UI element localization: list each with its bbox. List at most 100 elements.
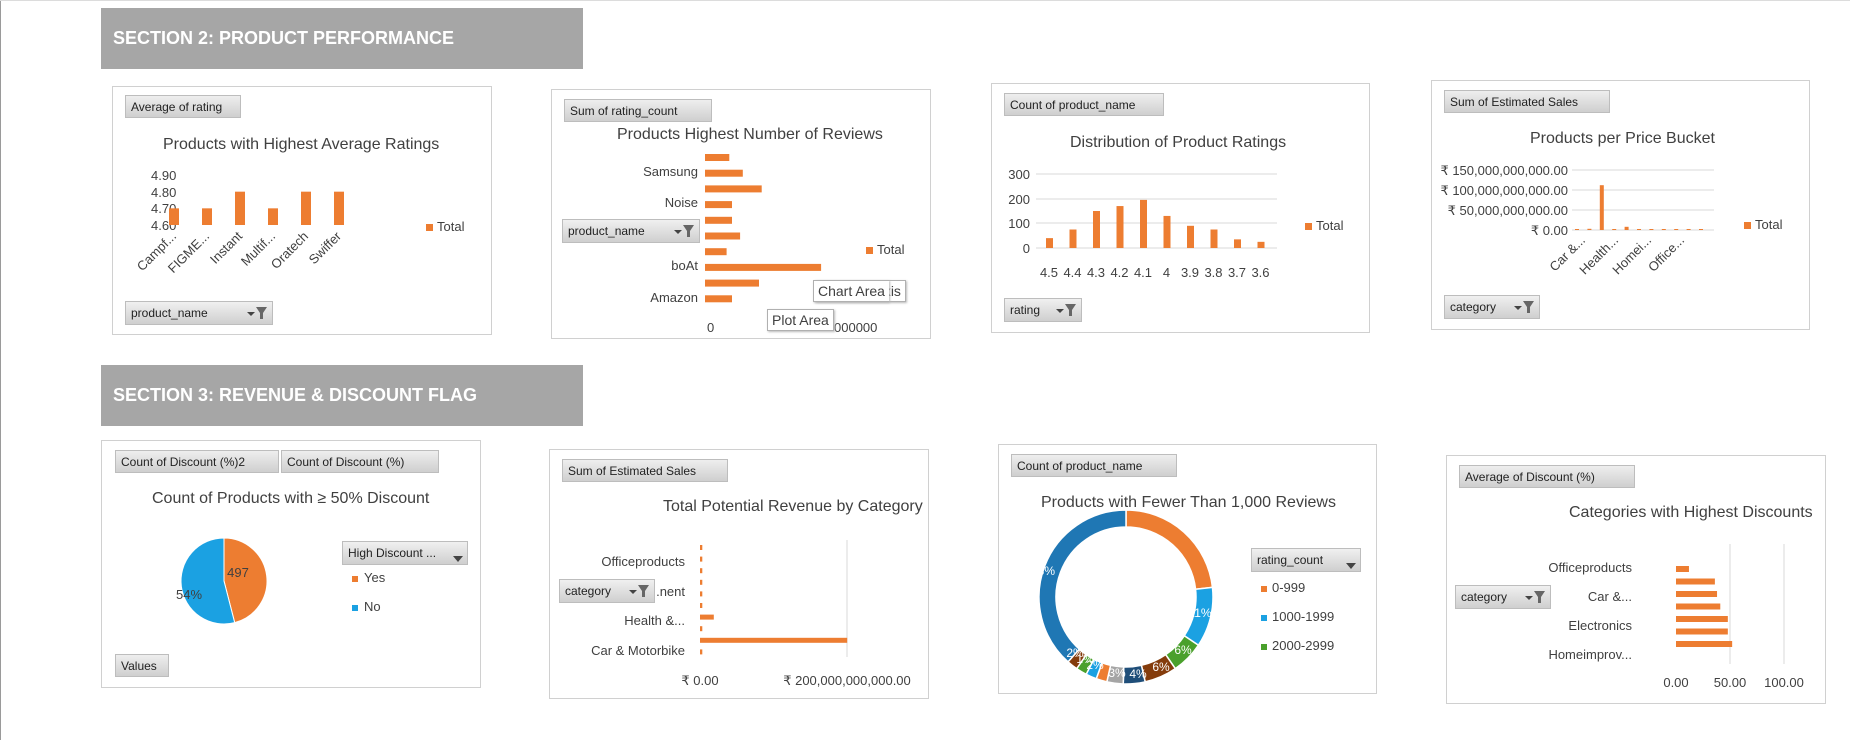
bar <box>700 649 703 655</box>
bar <box>235 191 245 225</box>
category-label: Samsung <box>643 164 698 179</box>
high-discount-legend-button[interactable]: High Discount ... <box>342 541 468 565</box>
bar <box>705 263 822 271</box>
x-tick-label: 50.00 <box>1714 675 1747 690</box>
bar <box>1587 228 1592 230</box>
category-label: Car & Motorbike <box>591 643 685 658</box>
filter-dropdown-icon[interactable] <box>628 583 650 606</box>
legend-label-total: Total <box>877 242 905 257</box>
filter-dropdown-icon[interactable] <box>673 223 695 246</box>
bar <box>1637 229 1641 230</box>
bar <box>700 591 703 597</box>
bar <box>301 191 311 225</box>
product-name-axis-button[interactable]: product_name <box>125 301 273 325</box>
legend-swatch-total <box>866 247 873 254</box>
doughnut-slice <box>1038 509 1127 663</box>
x-tick-label: 3.7 <box>1228 265 1246 280</box>
discount-pie-plot: 497 54% Yes No <box>176 537 386 625</box>
bar <box>1140 199 1147 248</box>
dropdown-arrow-icon[interactable] <box>453 548 463 570</box>
chart-fewer-reviews[interactable]: Count of product_name Products with Fewe… <box>998 444 1377 694</box>
x-tick-label: Oratech <box>268 229 311 272</box>
bar <box>1116 206 1124 248</box>
axis-button-label: product_name <box>568 224 645 238</box>
filter-dropdown-icon[interactable] <box>1513 299 1535 322</box>
category-label: Homeimprov... <box>1548 647 1632 662</box>
bar <box>1257 241 1265 248</box>
legend-swatch <box>1261 615 1267 621</box>
rating-count-legend-button[interactable]: rating_count <box>1251 548 1361 572</box>
data-label: 6% <box>1152 660 1170 674</box>
legend-swatch-no <box>352 605 358 611</box>
axis-button-label: category <box>565 584 612 598</box>
y-tick-label: ₹ 150,000,000,000.00 <box>1440 163 1568 178</box>
data-label: 23% <box>1132 535 1156 549</box>
bar <box>334 191 344 225</box>
bar <box>1676 628 1728 635</box>
product-name-axis-button[interactable]: product_name <box>562 219 700 243</box>
bar <box>202 208 212 225</box>
x-tick-label: Office... <box>1645 233 1687 275</box>
y-tick-label: 4.80 <box>151 185 176 200</box>
x-tick-label: 3.8 <box>1204 265 1222 280</box>
bar <box>1686 229 1691 230</box>
rating-count-plot: Samsung Noise boAt Amazon 0 000000 Total <box>643 154 905 335</box>
bar <box>1624 226 1629 230</box>
axis-button-label: product_name <box>131 306 208 320</box>
bar <box>705 154 730 161</box>
bar <box>1649 229 1654 230</box>
avg-rating-plot: 4.90 4.80 4.70 4.60 Campf...FIGME...Inst… <box>134 168 465 276</box>
price-bucket-plot: ₹ 150,000,000,000.00 ₹ 100,000,000,000.0… <box>1440 163 1782 277</box>
category-axis-button[interactable]: category <box>1444 295 1540 319</box>
data-label-yes: 497 <box>227 565 249 580</box>
values-field-button[interactable]: Values <box>115 654 169 677</box>
bar <box>700 545 703 550</box>
legend-label: 1000-1999 <box>1272 609 1334 624</box>
section-2-banner: SECTION 2: PRODUCT PERFORMANCE <box>101 8 583 69</box>
bar <box>1046 238 1053 248</box>
x-tick-label: 4 <box>1163 265 1170 280</box>
category-label: Officeproducts <box>1548 560 1632 575</box>
rating-axis-button[interactable]: rating <box>1004 298 1082 322</box>
bar <box>268 208 278 225</box>
bar <box>169 208 179 225</box>
chart-distribution-ratings[interactable]: Count of product_name Distribution of Pr… <box>991 83 1370 333</box>
y-tick-label: ₹ 50,000,000,000.00 <box>1448 203 1568 218</box>
dropdown-arrow-icon[interactable] <box>1346 555 1356 577</box>
bar <box>705 279 759 287</box>
section-3-banner: SECTION 3: REVENUE & DISCOUNT FLAG <box>101 365 583 426</box>
chart-highest-discounts[interactable]: Average of Discount (%) Categories with … <box>1446 455 1826 704</box>
x-tick-label: 000000 <box>834 320 877 335</box>
y-tick-label: 300 <box>1008 167 1030 182</box>
bar <box>1676 616 1728 622</box>
x-tick-label: 0.00 <box>1663 675 1688 690</box>
x-tick-label: ₹ 0.00 <box>681 673 718 688</box>
axis-button-label: category <box>1461 590 1508 604</box>
x-tick-label: 100.00 <box>1764 675 1804 690</box>
tooltip-plot-area: Plot Area <box>767 309 834 331</box>
data-label-no: 54% <box>176 587 202 602</box>
category-label: Electronics <box>1568 618 1632 633</box>
bar <box>700 637 848 643</box>
x-tick-label: 4.1 <box>1134 265 1152 280</box>
x-tick-label: 3.6 <box>1251 265 1269 280</box>
category-label: Car &... <box>1588 589 1632 604</box>
y-tick-label: ₹ 100,000,000,000.00 <box>1440 183 1568 198</box>
category-label: Noise <box>665 195 698 210</box>
legend-label-total: Total <box>1316 218 1344 233</box>
chart-average-rating[interactable]: Average of rating Products with Highest … <box>112 86 492 335</box>
bar <box>700 579 703 585</box>
revenue-category-plot: Officeproducts ...nent Health &... Car &… <box>591 540 911 688</box>
filter-dropdown-icon[interactable] <box>246 305 268 328</box>
filter-dropdown-icon[interactable] <box>1524 589 1546 612</box>
chart-discount-50[interactable]: Count of Discount (%)2 Count of Discount… <box>101 440 481 688</box>
category-axis-button[interactable]: category <box>1455 585 1551 609</box>
category-label: Health &... <box>624 613 685 628</box>
chart-revenue-category[interactable]: Sum of Estimated Sales Total Potential R… <box>549 449 929 699</box>
chart-rating-count[interactable]: Sum of rating_count Products Highest Num… <box>551 89 931 339</box>
filter-dropdown-icon[interactable] <box>1055 302 1077 325</box>
bar <box>1676 591 1718 597</box>
chart-price-bucket[interactable]: Sum of Estimated Sales Products per Pric… <box>1431 80 1810 330</box>
x-tick-label: 4.2 <box>1110 265 1128 280</box>
category-axis-button[interactable]: category <box>559 579 655 603</box>
